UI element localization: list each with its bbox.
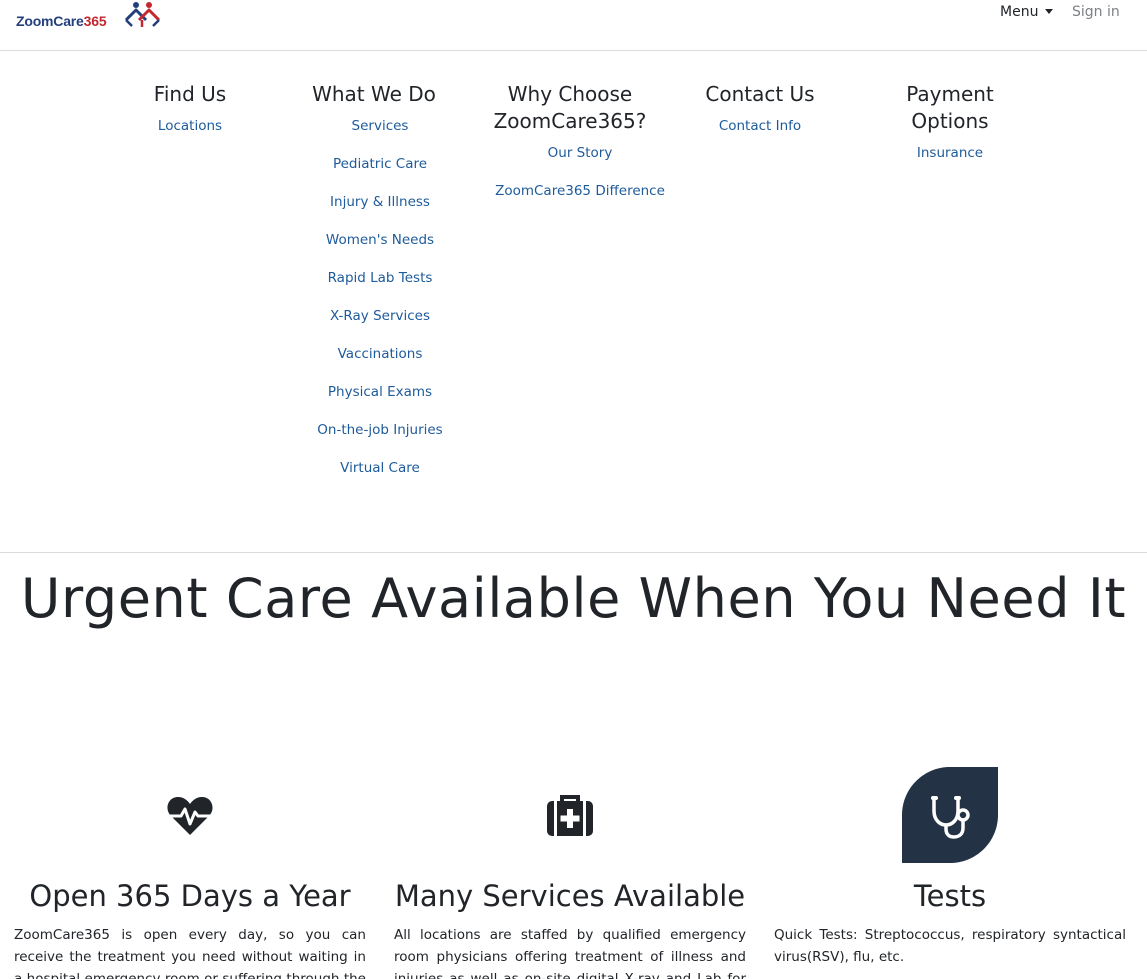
menu-column-payment-options: Payment Options Insurance — [890, 81, 1010, 179]
menu-column-find-us: Find Us Locations — [130, 81, 250, 152]
feature-text: All locations are staffed by qualified e… — [394, 927, 746, 979]
brand-name-part2: 365 — [83, 13, 107, 29]
caret-down-icon — [1045, 9, 1054, 14]
menu-heading-what-we-do: What We Do — [312, 82, 436, 106]
menu-link-insurance[interactable]: Insurance — [917, 145, 983, 161]
feature-text: ZoomCare365 is open every day, so you ca… — [14, 927, 366, 979]
menu-link-contact-info[interactable]: Contact Info — [719, 118, 801, 134]
menu-link-zoomcare365-difference[interactable]: ZoomCare365 Difference — [495, 183, 665, 199]
menu-heading-find-us: Find Us — [153, 82, 227, 106]
menu-heading-payment-options: Payment Options — [906, 82, 994, 133]
menu-heading-contact-us: Contact Us — [705, 82, 815, 106]
menu-column-what-we-do: What We Do Services Pediatric Care Injur… — [300, 81, 460, 494]
medkit-icon — [547, 795, 593, 836]
menu-link-rapid-lab-tests[interactable]: Rapid Lab Tests — [328, 270, 433, 286]
top-navbar: ZoomCare365 Menu Sign in — [0, 0, 1147, 51]
logo-people-icon — [124, 2, 161, 27]
menu-link-injury-illness[interactable]: Injury & Illness — [330, 194, 430, 210]
brand-name-part1: ZoomCare — [16, 13, 84, 29]
menu-link-virtual-care[interactable]: Virtual Care — [340, 460, 420, 476]
hero-title: Urgent Care Available When You Need It — [20, 567, 1127, 630]
brand-name: ZoomCare365 — [16, 13, 107, 29]
menu-link-pediatric-care[interactable]: Pediatric Care — [333, 156, 427, 172]
menu-link-physical-exams[interactable]: Physical Exams — [328, 384, 432, 400]
menu-link-locations[interactable]: Locations — [158, 118, 222, 134]
brand-logo[interactable]: ZoomCare365 — [15, 0, 165, 34]
feature-title: Open 365 Days a Year — [29, 879, 351, 913]
menu-link-x-ray-services[interactable]: X-Ray Services — [330, 308, 430, 324]
mega-menu: Find Us Locations What We Do Services Pe… — [0, 51, 1147, 553]
menu-dropdown-button[interactable]: Menu — [1000, 4, 1054, 24]
menu-link-on-the-job-injuries[interactable]: On-the-job Injuries — [317, 422, 442, 438]
feature-title: Tests — [913, 879, 987, 913]
menu-link-services[interactable]: Services — [352, 118, 409, 134]
menu-link-womens-needs[interactable]: Women's Needs — [326, 232, 434, 248]
menu-link-our-story[interactable]: Our Story — [548, 145, 613, 161]
menu-link-vaccinations[interactable]: Vaccinations — [338, 346, 423, 362]
heartbeat-icon — [166, 797, 214, 835]
feature-title: Many Services Available — [394, 879, 746, 913]
feature-text: Quick Tests: Streptococcus, respiratory … — [774, 927, 1126, 965]
menu-label: Menu — [1000, 4, 1039, 20]
menu-column-why-choose: Why Choose ZoomCare365? Our Story ZoomCa… — [485, 81, 675, 217]
menu-heading-why-choose: Why Choose ZoomCare365? — [493, 82, 647, 133]
menu-column-contact-us: Contact Us Contact Info — [695, 81, 825, 152]
stethoscope-icon — [902, 767, 998, 863]
sign-in-link[interactable]: Sign in — [1072, 4, 1120, 20]
